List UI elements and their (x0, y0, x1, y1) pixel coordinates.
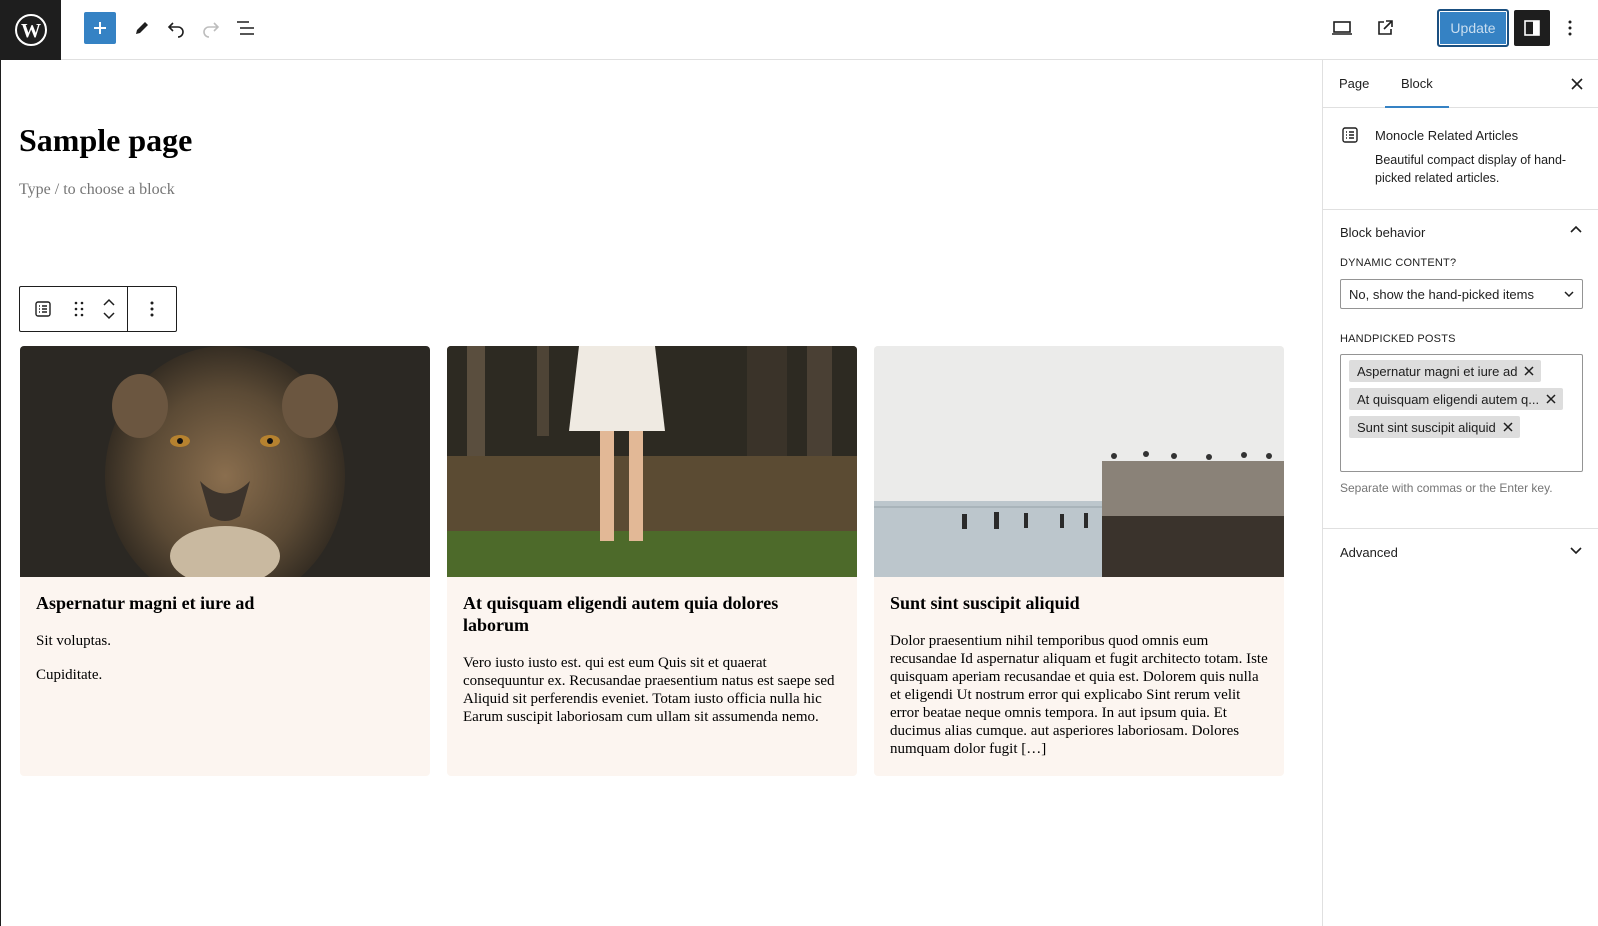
drag-handle[interactable] (66, 287, 92, 331)
article-excerpt: Vero iusto iusto est. qui est eum Quis s… (463, 654, 843, 742)
wordpress-icon: W (14, 14, 47, 46)
sidebar-icon (1524, 20, 1540, 36)
svg-text:W: W (21, 20, 41, 42)
plus-icon (94, 22, 106, 34)
remove-token-button[interactable] (1496, 416, 1520, 438)
article-excerpt: Sit voluptas. Cupiditate. (36, 632, 416, 700)
block-options-button[interactable] (136, 287, 168, 331)
close-icon (1571, 78, 1583, 90)
add-block-button[interactable] (84, 12, 116, 44)
more-vertical-icon (150, 301, 154, 317)
undo-icon (167, 22, 184, 38)
desktop-icon (1332, 21, 1352, 35)
list-view-icon (237, 21, 254, 35)
lioness-image (20, 346, 430, 577)
chevron-down-icon (1570, 547, 1582, 555)
remove-token-button[interactable] (1539, 388, 1563, 410)
token-label: Sunt sint suscipit aliquid (1357, 419, 1496, 435)
seaside-pier-image (874, 346, 1284, 577)
article-card[interactable]: Aspernatur magni et iure ad Sit voluptas… (20, 346, 430, 776)
excerpt-paragraph: Cupiditate. (36, 667, 103, 683)
remove-token-button[interactable] (1517, 360, 1541, 382)
external-link-icon (1378, 20, 1393, 35)
block-card-description: Beautiful compact display of hand-picked… (1375, 153, 1567, 185)
excerpt-paragraph: Sit voluptas. (36, 633, 112, 649)
undo-button[interactable] (158, 10, 194, 46)
article-excerpt: Dolor praesentium nihil temporibus quod … (890, 632, 1270, 774)
panel-title: Advanced (1340, 544, 1398, 560)
article-title[interactable]: Aspernatur magni et iure ad (36, 592, 414, 614)
tab-page[interactable]: Page (1323, 60, 1385, 107)
wordpress-logo-button[interactable]: W (0, 0, 61, 60)
handpicked-posts-label: HANDPICKED POSTS (1340, 333, 1456, 345)
settings-button[interactable] (1514, 10, 1550, 46)
chevron-up-icon[interactable] (102, 297, 116, 307)
close-icon (1546, 394, 1556, 404)
drag-icon (74, 301, 84, 317)
block-card-title: Monocle Related Articles (1375, 128, 1519, 143)
chevron-down-icon (1564, 291, 1574, 298)
forest-girl-image (447, 346, 857, 577)
close-icon (1524, 366, 1534, 376)
block-behavior-panel-toggle[interactable]: Block behavior (1323, 209, 1598, 255)
advanced-panel-toggle[interactable]: Advanced (1323, 528, 1598, 575)
chevron-down-icon[interactable] (102, 311, 116, 321)
close-icon (1503, 422, 1513, 432)
pencil-icon (136, 22, 148, 34)
article-card[interactable]: At quisquam eligendi autem quia dolores … (447, 346, 857, 776)
token: Aspernatur magni et iure ad (1349, 360, 1542, 382)
move-buttons (92, 287, 126, 331)
options-button[interactable] (1555, 10, 1585, 46)
sidebar-tabs: Page Block (1323, 60, 1598, 108)
article-card[interactable]: Sunt sint suscipit aliquid Dolor praesen… (874, 346, 1284, 776)
token-label: Aspernatur magni et iure ad (1357, 363, 1518, 379)
token: At quisquam eligendi autem q... (1349, 388, 1564, 410)
token-label: At quisquam eligendi autem q... (1357, 391, 1540, 407)
handpicked-posts-field[interactable]: Aspernatur magni et iure ad At quisquam … (1340, 354, 1583, 472)
block-card: Monocle Related Articles Beautiful compa… (1323, 107, 1598, 210)
block-toolbar (19, 286, 177, 332)
editor-canvas: Sample page Type / to choose a block Asp… (0, 60, 1322, 926)
settings-sidebar: Page Block Monocle Related Articles Beau… (1322, 60, 1598, 926)
view-page-button[interactable] (1367, 10, 1403, 46)
excerpt-paragraph: Dolor praesentium nihil temporibus quod … (890, 633, 1268, 757)
preview-button[interactable] (1324, 10, 1360, 46)
list-block-icon (1342, 127, 1358, 143)
related-articles-block[interactable]: Aspernatur magni et iure ad Sit voluptas… (20, 346, 1304, 776)
more-vertical-icon (1568, 20, 1572, 36)
token: Sunt sint suscipit aliquid (1349, 416, 1520, 438)
list-block-icon (35, 301, 51, 317)
update-button[interactable]: Update (1437, 9, 1509, 47)
block-toolbar-group (20, 287, 129, 331)
document-overview-button[interactable] (228, 10, 264, 46)
chevron-up-icon (1570, 225, 1582, 233)
token-help-text: Separate with commas or the Enter key. (1340, 481, 1553, 495)
block-placeholder[interactable]: Type / to choose a block (19, 181, 175, 199)
select-value: No, show the hand-picked items (1349, 286, 1534, 302)
top-toolbar: W Update (0, 0, 1598, 60)
block-options-group (128, 287, 176, 331)
redo-button[interactable] (193, 10, 229, 46)
article-title[interactable]: Sunt sint suscipit aliquid (890, 592, 1268, 614)
panel-title: Block behavior (1340, 224, 1426, 240)
tab-block[interactable]: Block (1385, 60, 1449, 108)
redo-icon (203, 22, 220, 38)
dynamic-content-select[interactable]: No, show the hand-picked items (1340, 279, 1583, 309)
excerpt-paragraph: Vero iusto iusto est. qui est eum Quis s… (463, 655, 835, 725)
dynamic-content-label: DYNAMIC CONTENT? (1340, 257, 1457, 269)
page-title[interactable]: Sample page (19, 122, 192, 159)
close-settings-button[interactable] (1565, 72, 1589, 96)
tools-button[interactable] (124, 10, 160, 46)
article-title[interactable]: At quisquam eligendi autem quia dolores … (463, 592, 841, 636)
block-type-button[interactable] (20, 287, 66, 331)
